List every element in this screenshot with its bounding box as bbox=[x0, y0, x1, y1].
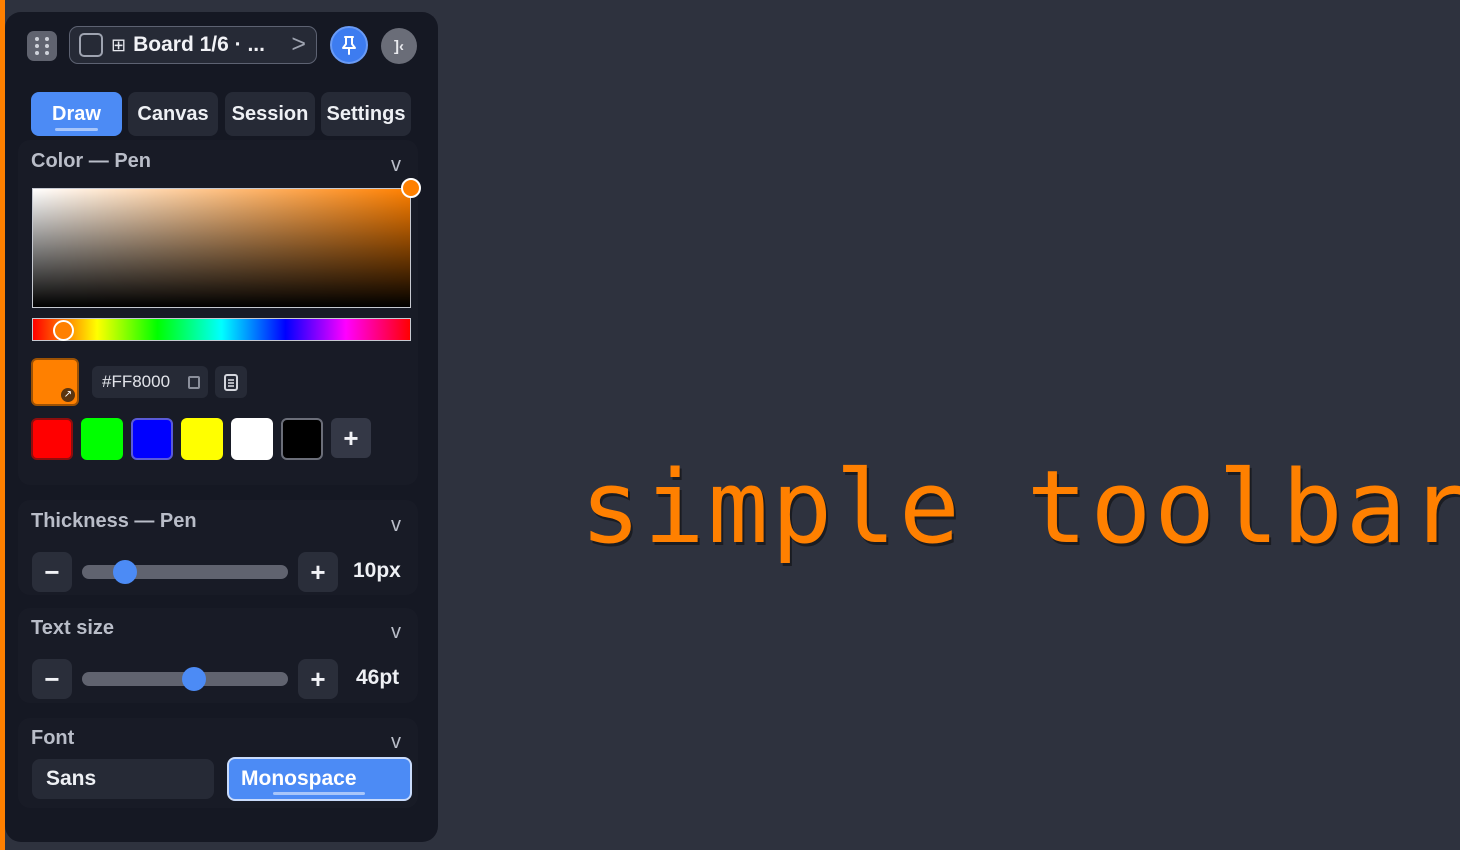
tab-canvas[interactable]: Canvas bbox=[128, 92, 218, 136]
thickness-value: 10px bbox=[353, 559, 401, 582]
current-color-swatch[interactable]: ↗ bbox=[31, 358, 79, 406]
panel-header: ⊞ Board 1/6 · ... > ]‹ bbox=[26, 26, 417, 66]
pin-button[interactable] bbox=[330, 26, 368, 64]
swatch-blue[interactable] bbox=[131, 418, 173, 460]
paste-color-button[interactable] bbox=[215, 366, 247, 398]
board-label: Board 1/6 · ... bbox=[133, 33, 265, 56]
add-swatch-button[interactable]: + bbox=[331, 418, 371, 458]
chevron-right-icon[interactable]: > bbox=[291, 30, 306, 59]
hue-slider-handle[interactable] bbox=[53, 320, 74, 341]
hex-value: #FF8000 bbox=[102, 372, 171, 391]
swatch-yellow[interactable] bbox=[181, 418, 223, 460]
swatch-red[interactable] bbox=[31, 418, 73, 460]
thickness-decrease-button[interactable]: − bbox=[32, 552, 72, 592]
board-checkbox[interactable] bbox=[79, 33, 103, 57]
swatch-black[interactable] bbox=[281, 418, 323, 460]
drag-handle-icon[interactable] bbox=[27, 31, 57, 61]
thickness-section-title: Thickness — Pen bbox=[31, 510, 197, 532]
saturation-value-handle[interactable] bbox=[401, 178, 421, 198]
color-collapse-chevron-icon[interactable]: v bbox=[391, 154, 401, 177]
hue-slider[interactable] bbox=[32, 318, 411, 341]
clipboard-icon bbox=[224, 374, 238, 391]
thickness-collapse-chevron-icon[interactable]: v bbox=[391, 514, 401, 537]
saturation-value-picker[interactable] bbox=[32, 188, 411, 308]
collapse-panel-button[interactable]: ]‹ bbox=[381, 28, 417, 64]
text-size-increase-button[interactable]: + bbox=[298, 659, 338, 699]
text-size-section-title: Text size bbox=[31, 617, 114, 639]
canvas-text: simple toolbar bbox=[580, 448, 1460, 566]
tab-draw[interactable]: Draw bbox=[31, 92, 122, 136]
pin-icon bbox=[342, 36, 356, 55]
text-size-collapse-chevron-icon[interactable]: v bbox=[391, 621, 401, 644]
text-size-value: 46pt bbox=[356, 666, 400, 689]
board-grid-icon: ⊞ bbox=[111, 34, 127, 55]
swatch-white[interactable] bbox=[231, 418, 273, 460]
text-size-slider-thumb[interactable] bbox=[182, 667, 207, 691]
text-size-decrease-button[interactable]: − bbox=[32, 659, 72, 699]
font-collapse-chevron-icon[interactable]: v bbox=[391, 731, 401, 754]
tab-settings[interactable]: Settings bbox=[321, 92, 411, 136]
thickness-slider-thumb[interactable] bbox=[112, 560, 137, 584]
hex-color-field[interactable]: #FF8000 bbox=[92, 366, 208, 398]
thickness-increase-button[interactable]: + bbox=[298, 552, 338, 592]
color-section-title: Color — Pen bbox=[31, 150, 152, 172]
font-option-monospace[interactable]: Monospace bbox=[227, 757, 412, 801]
tab-session[interactable]: Session bbox=[225, 92, 315, 136]
font-option-sans[interactable]: Sans bbox=[32, 759, 214, 799]
collapse-icon: ]‹ bbox=[394, 37, 404, 55]
copy-icon[interactable] bbox=[188, 376, 200, 389]
font-section-title: Font bbox=[31, 727, 75, 749]
eyedropper-icon: ↗ bbox=[61, 388, 75, 402]
swatch-green[interactable] bbox=[81, 418, 123, 460]
board-selector-button[interactable]: ⊞ Board 1/6 · ... > bbox=[69, 26, 317, 64]
